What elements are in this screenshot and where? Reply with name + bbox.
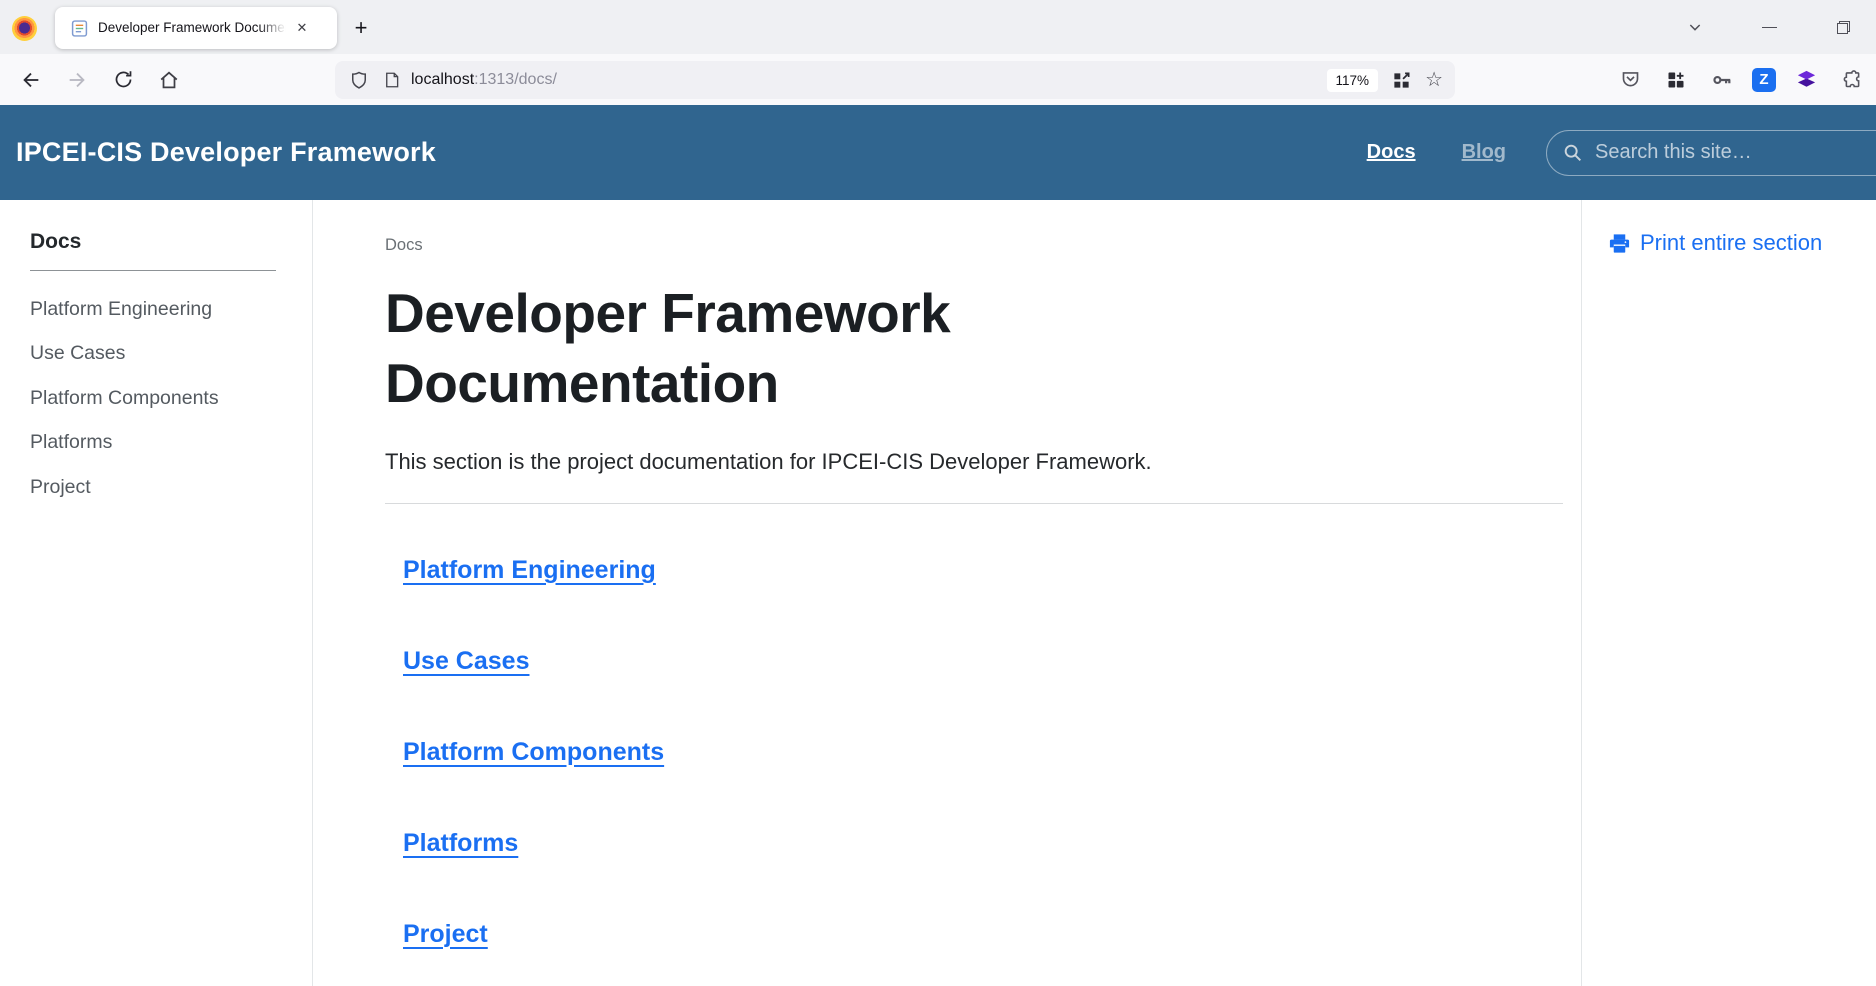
lead-paragraph: This section is the project documentatio…: [385, 449, 1563, 475]
section-link-platforms[interactable]: Platforms: [403, 829, 518, 858]
section-link-platform-engineering[interactable]: Platform Engineering: [403, 556, 656, 585]
address-bar[interactable]: localhost:1313/docs/ 117% ☆: [335, 61, 1455, 99]
shortcuts-grid-icon[interactable]: [1392, 71, 1411, 90]
z-extension-icon[interactable]: Z: [1752, 68, 1776, 92]
section-link-project[interactable]: Project: [403, 920, 488, 949]
tab-bar: Developer Framework Documentation ✕ +: [0, 0, 1876, 54]
browser-window: Developer Framework Documentation ✕ +: [0, 0, 1876, 986]
print-link-label: Print entire section: [1640, 230, 1822, 256]
right-column: Print entire section: [1581, 200, 1876, 986]
firefox-logo-icon[interactable]: [12, 16, 37, 41]
site-navbar: IPCEI-CIS Developer Framework Docs Blog: [0, 105, 1876, 200]
search-input[interactable]: [1546, 130, 1876, 176]
section-link-use-cases[interactable]: Use Cases: [403, 647, 529, 676]
sidebar-item-platform-components[interactable]: Platform Components: [30, 388, 276, 408]
nav-link-docs[interactable]: Docs: [1367, 141, 1416, 164]
sidebar-item-project[interactable]: Project: [30, 477, 276, 497]
nav-link-blog[interactable]: Blog: [1462, 141, 1506, 164]
minimize-button[interactable]: [1754, 12, 1784, 42]
pocket-icon[interactable]: [1614, 64, 1646, 96]
browser-toolbar: localhost:1313/docs/ 117% ☆ Z: [0, 54, 1876, 105]
breadcrumb[interactable]: Docs: [385, 236, 1563, 255]
browser-tab[interactable]: Developer Framework Documentation ✕: [55, 7, 337, 49]
page-info-icon[interactable]: [383, 71, 401, 89]
tab-title: Developer Framework Documentation: [98, 19, 286, 37]
back-button[interactable]: [14, 63, 48, 97]
site-search: [1546, 130, 1876, 176]
password-key-icon[interactable]: [1706, 64, 1738, 96]
bookmark-star-icon[interactable]: ☆: [1425, 70, 1443, 90]
site-brand[interactable]: IPCEI-CIS Developer Framework: [16, 137, 436, 168]
sidebar-divider: [30, 270, 276, 271]
docs-sidebar: Docs Platform Engineering Use Cases Plat…: [0, 200, 313, 986]
tab-favicon-icon: [71, 20, 88, 37]
list-tabs-chevron-icon[interactable]: [1680, 12, 1710, 42]
restore-button[interactable]: [1828, 12, 1858, 42]
zoom-level-badge[interactable]: 117%: [1327, 69, 1379, 92]
puzzle-extension-icon[interactable]: [1836, 64, 1868, 96]
page-title: Developer Framework Documentation: [385, 279, 1215, 419]
printer-icon: [1608, 232, 1631, 255]
forward-button[interactable]: [60, 63, 94, 97]
section-link-platform-components[interactable]: Platform Components: [403, 738, 664, 767]
tab-close-icon[interactable]: ✕: [292, 18, 312, 38]
new-tab-button[interactable]: +: [346, 13, 376, 43]
url-text: localhost:1313/docs/: [411, 71, 557, 89]
page-body: Docs Platform Engineering Use Cases Plat…: [0, 200, 1876, 986]
home-button[interactable]: [152, 63, 186, 97]
sidebar-item-platforms[interactable]: Platforms: [30, 432, 276, 452]
sidebar-item-use-cases[interactable]: Use Cases: [30, 343, 276, 363]
main-content: Docs Developer Framework Documentation T…: [313, 200, 1581, 986]
sidebar-title[interactable]: Docs: [30, 230, 276, 254]
sidebar-item-platform-engineering[interactable]: Platform Engineering: [30, 299, 276, 319]
reload-button[interactable]: [106, 63, 140, 97]
shield-icon[interactable]: [349, 70, 369, 90]
section-list: Platform Engineering Use Cases Platform …: [385, 504, 1563, 949]
print-section-link[interactable]: Print entire section: [1608, 230, 1866, 256]
search-icon: [1562, 142, 1584, 164]
extensions-shortcuts-icon[interactable]: [1660, 64, 1692, 96]
layers-extension-icon[interactable]: [1790, 64, 1822, 96]
